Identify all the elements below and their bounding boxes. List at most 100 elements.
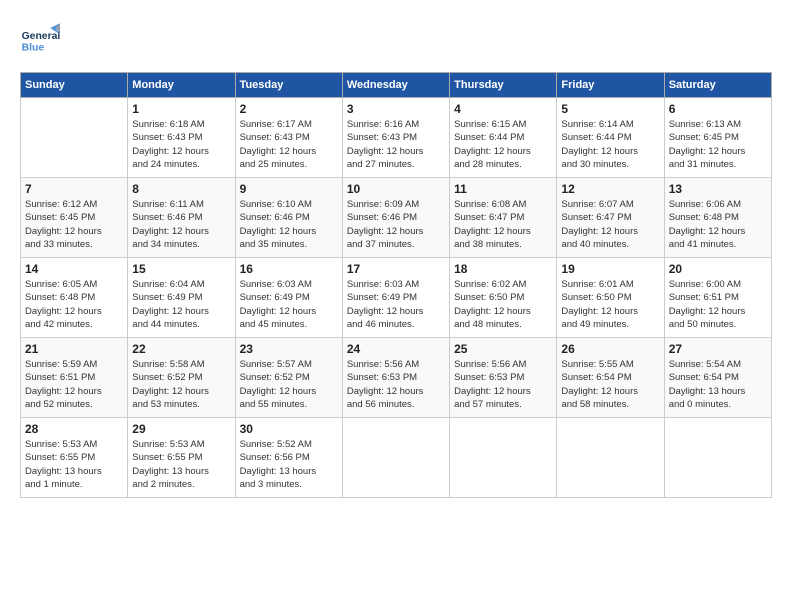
day-info: Sunrise: 6:05 AM Sunset: 6:48 PM Dayligh… <box>25 278 123 331</box>
day-number: 30 <box>240 422 338 436</box>
calendar-cell <box>450 418 557 498</box>
day-number: 29 <box>132 422 230 436</box>
day-info: Sunrise: 5:53 AM Sunset: 6:55 PM Dayligh… <box>132 438 230 491</box>
logo-svg: General Blue <box>20 20 60 60</box>
calendar-cell: 22 Sunrise: 5:58 AM Sunset: 6:52 PM Dayli… <box>128 338 235 418</box>
calendar-cell <box>342 418 449 498</box>
day-info: Sunrise: 6:01 AM Sunset: 6:50 PM Dayligh… <box>561 278 659 331</box>
calendar-cell: 21 Sunrise: 5:59 AM Sunset: 6:51 PM Dayli… <box>21 338 128 418</box>
day-info: Sunrise: 5:52 AM Sunset: 6:56 PM Dayligh… <box>240 438 338 491</box>
week-row-1: 1 Sunrise: 6:18 AM Sunset: 6:43 PM Daylig… <box>21 98 772 178</box>
calendar-cell <box>21 98 128 178</box>
day-number: 27 <box>669 342 767 356</box>
week-row-3: 14 Sunrise: 6:05 AM Sunset: 6:48 PM Dayli… <box>21 258 772 338</box>
day-number: 14 <box>25 262 123 276</box>
calendar-cell: 16 Sunrise: 6:03 AM Sunset: 6:49 PM Dayli… <box>235 258 342 338</box>
calendar-cell: 25 Sunrise: 5:56 AM Sunset: 6:53 PM Dayli… <box>450 338 557 418</box>
calendar-cell: 30 Sunrise: 5:52 AM Sunset: 6:56 PM Dayli… <box>235 418 342 498</box>
calendar-cell: 27 Sunrise: 5:54 AM Sunset: 6:54 PM Dayli… <box>664 338 771 418</box>
day-info: Sunrise: 6:09 AM Sunset: 6:46 PM Dayligh… <box>347 198 445 251</box>
day-number: 19 <box>561 262 659 276</box>
calendar-cell: 11Sunrise: 6:08 AM Sunset: 6:47 PM Dayli… <box>450 178 557 258</box>
day-number: 9 <box>240 182 338 196</box>
calendar-cell: 15 Sunrise: 6:04 AM Sunset: 6:49 PM Dayli… <box>128 258 235 338</box>
svg-text:Blue: Blue <box>22 42 45 53</box>
calendar-cell: 19 Sunrise: 6:01 AM Sunset: 6:50 PM Dayli… <box>557 258 664 338</box>
day-info: Sunrise: 6:16 AM Sunset: 6:43 PM Dayligh… <box>347 118 445 171</box>
day-info: Sunrise: 6:17 AM Sunset: 6:43 PM Dayligh… <box>240 118 338 171</box>
calendar-cell: 18Sunrise: 6:02 AM Sunset: 6:50 PM Dayli… <box>450 258 557 338</box>
day-info: Sunrise: 6:11 AM Sunset: 6:46 PM Dayligh… <box>132 198 230 251</box>
calendar-table: SundayMondayTuesdayWednesdayThursdayFrid… <box>20 72 772 498</box>
day-number: 5 <box>561 102 659 116</box>
calendar-cell: 13 Sunrise: 6:06 AM Sunset: 6:48 PM Dayli… <box>664 178 771 258</box>
day-info: Sunrise: 6:04 AM Sunset: 6:49 PM Dayligh… <box>132 278 230 331</box>
calendar-cell <box>557 418 664 498</box>
day-number: 25 <box>454 342 552 356</box>
day-info: Sunrise: 6:15 AM Sunset: 6:44 PM Dayligh… <box>454 118 552 171</box>
day-number: 8 <box>132 182 230 196</box>
col-header-saturday: Saturday <box>664 73 771 98</box>
col-header-monday: Monday <box>128 73 235 98</box>
day-info: Sunrise: 6:03 AM Sunset: 6:49 PM Dayligh… <box>240 278 338 331</box>
day-info: Sunrise: 6:03 AM Sunset: 6:49 PM Dayligh… <box>347 278 445 331</box>
day-number: 11 <box>454 182 552 196</box>
col-header-thursday: Thursday <box>450 73 557 98</box>
day-number: 28 <box>25 422 123 436</box>
day-info: Sunrise: 5:54 AM Sunset: 6:54 PM Dayligh… <box>669 358 767 411</box>
day-number: 13 <box>669 182 767 196</box>
calendar-cell: 7Sunrise: 6:12 AM Sunset: 6:45 PM Daylig… <box>21 178 128 258</box>
calendar-cell: 20 Sunrise: 6:00 AM Sunset: 6:51 PM Dayli… <box>664 258 771 338</box>
col-header-wednesday: Wednesday <box>342 73 449 98</box>
logo: General Blue <box>20 20 60 60</box>
day-info: Sunrise: 5:56 AM Sunset: 6:53 PM Dayligh… <box>454 358 552 411</box>
calendar-cell: 17Sunrise: 6:03 AM Sunset: 6:49 PM Dayli… <box>342 258 449 338</box>
calendar-cell: 3Sunrise: 6:16 AM Sunset: 6:43 PM Daylig… <box>342 98 449 178</box>
day-number: 20 <box>669 262 767 276</box>
day-info: Sunrise: 5:59 AM Sunset: 6:51 PM Dayligh… <box>25 358 123 411</box>
day-info: Sunrise: 6:14 AM Sunset: 6:44 PM Dayligh… <box>561 118 659 171</box>
day-number: 2 <box>240 102 338 116</box>
day-info: Sunrise: 6:12 AM Sunset: 6:45 PM Dayligh… <box>25 198 123 251</box>
calendar-cell: 29 Sunrise: 5:53 AM Sunset: 6:55 PM Dayli… <box>128 418 235 498</box>
day-number: 15 <box>132 262 230 276</box>
day-info: Sunrise: 6:00 AM Sunset: 6:51 PM Dayligh… <box>669 278 767 331</box>
calendar-cell: 12Sunrise: 6:07 AM Sunset: 6:47 PM Dayli… <box>557 178 664 258</box>
calendar-header: SundayMondayTuesdayWednesdayThursdayFrid… <box>21 73 772 98</box>
day-number: 26 <box>561 342 659 356</box>
calendar-cell: 9Sunrise: 6:10 AM Sunset: 6:46 PM Daylig… <box>235 178 342 258</box>
calendar-cell: 10 Sunrise: 6:09 AM Sunset: 6:46 PM Dayli… <box>342 178 449 258</box>
day-info: Sunrise: 5:57 AM Sunset: 6:52 PM Dayligh… <box>240 358 338 411</box>
day-info: Sunrise: 5:53 AM Sunset: 6:55 PM Dayligh… <box>25 438 123 491</box>
calendar-body: 1 Sunrise: 6:18 AM Sunset: 6:43 PM Daylig… <box>21 98 772 498</box>
calendar-cell: 6Sunrise: 6:13 AM Sunset: 6:45 PM Daylig… <box>664 98 771 178</box>
day-number: 1 <box>132 102 230 116</box>
calendar-cell: 26 Sunrise: 5:55 AM Sunset: 6:54 PM Dayli… <box>557 338 664 418</box>
col-header-sunday: Sunday <box>21 73 128 98</box>
day-number: 24 <box>347 342 445 356</box>
day-info: Sunrise: 5:55 AM Sunset: 6:54 PM Dayligh… <box>561 358 659 411</box>
calendar-cell: 8 Sunrise: 6:11 AM Sunset: 6:46 PM Daylig… <box>128 178 235 258</box>
calendar-cell: 28 Sunrise: 5:53 AM Sunset: 6:55 PM Dayli… <box>21 418 128 498</box>
day-info: Sunrise: 6:18 AM Sunset: 6:43 PM Dayligh… <box>132 118 230 171</box>
svg-text:General: General <box>22 31 60 42</box>
day-number: 21 <box>25 342 123 356</box>
week-row-2: 7Sunrise: 6:12 AM Sunset: 6:45 PM Daylig… <box>21 178 772 258</box>
calendar-cell: 5 Sunrise: 6:14 AM Sunset: 6:44 PM Daylig… <box>557 98 664 178</box>
calendar-cell: 14 Sunrise: 6:05 AM Sunset: 6:48 PM Dayli… <box>21 258 128 338</box>
day-number: 23 <box>240 342 338 356</box>
col-header-friday: Friday <box>557 73 664 98</box>
day-info: Sunrise: 6:06 AM Sunset: 6:48 PM Dayligh… <box>669 198 767 251</box>
day-number: 22 <box>132 342 230 356</box>
calendar-cell: 2 Sunrise: 6:17 AM Sunset: 6:43 PM Daylig… <box>235 98 342 178</box>
day-number: 10 <box>347 182 445 196</box>
calendar-cell: 4Sunrise: 6:15 AM Sunset: 6:44 PM Daylig… <box>450 98 557 178</box>
day-number: 18 <box>454 262 552 276</box>
day-info: Sunrise: 6:13 AM Sunset: 6:45 PM Dayligh… <box>669 118 767 171</box>
calendar-cell: 1 Sunrise: 6:18 AM Sunset: 6:43 PM Daylig… <box>128 98 235 178</box>
day-number: 16 <box>240 262 338 276</box>
calendar-cell: 23 Sunrise: 5:57 AM Sunset: 6:52 PM Dayli… <box>235 338 342 418</box>
day-info: Sunrise: 5:58 AM Sunset: 6:52 PM Dayligh… <box>132 358 230 411</box>
calendar-cell: 24 Sunrise: 5:56 AM Sunset: 6:53 PM Dayli… <box>342 338 449 418</box>
day-info: Sunrise: 5:56 AM Sunset: 6:53 PM Dayligh… <box>347 358 445 411</box>
